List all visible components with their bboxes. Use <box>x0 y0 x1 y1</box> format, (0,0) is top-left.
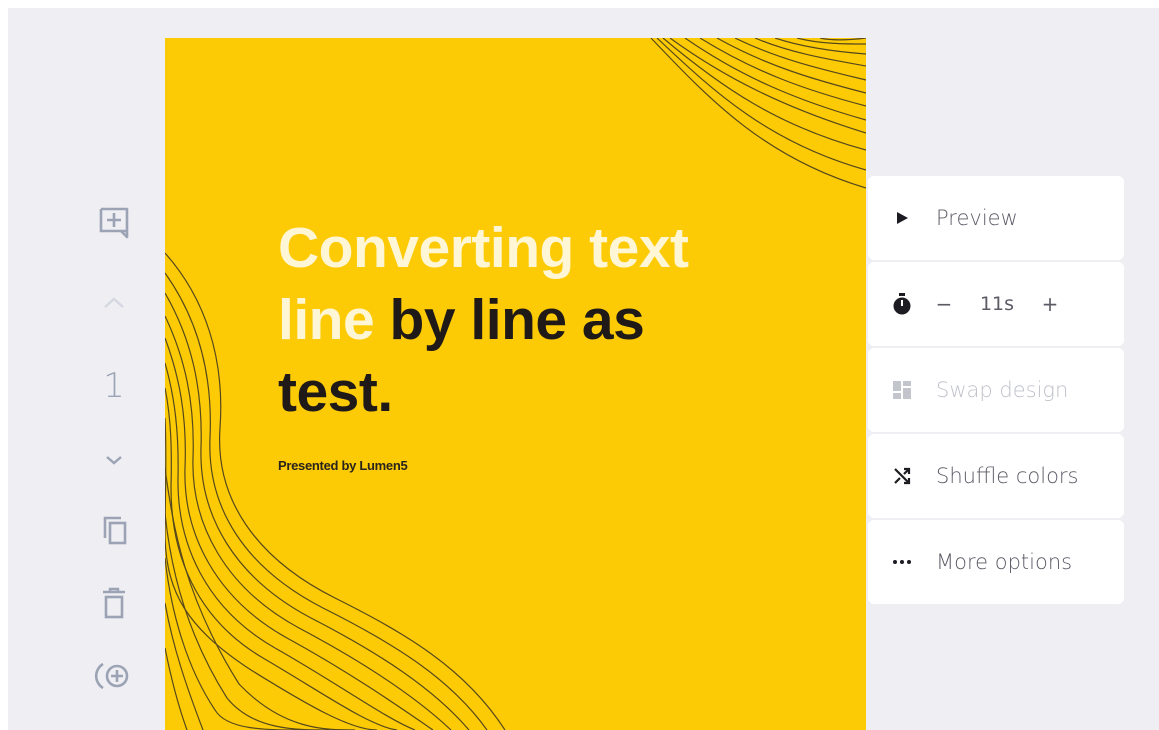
headline-highlight-1: Converting text <box>278 216 689 280</box>
scene-options-panel: Preview − 11s + Swap design Shuffle colo… <box>868 176 1124 606</box>
duplicate-slide-button[interactable] <box>86 510 142 550</box>
add-text-box-button[interactable] <box>86 201 142 241</box>
more-options-button[interactable]: More options <box>868 520 1124 604</box>
add-text-icon <box>99 207 129 239</box>
play-icon <box>892 208 912 228</box>
headline-highlight-2: line <box>278 288 375 352</box>
more-options-label: More options <box>936 550 1073 574</box>
duration-value: 11s <box>979 293 1015 315</box>
headline-text-2: by line as <box>389 288 645 352</box>
move-slide-down-button[interactable] <box>86 440 142 480</box>
add-audio-icon <box>94 662 129 690</box>
move-slide-up-button[interactable] <box>86 283 142 323</box>
slide-number: 1 <box>103 366 125 406</box>
decrease-duration-button[interactable]: − <box>926 292 962 316</box>
chevron-up-icon <box>104 297 124 308</box>
duplicate-icon <box>103 516 127 545</box>
swap-design-label: Swap design <box>936 378 1069 402</box>
duration-control: − 11s + <box>868 262 1124 346</box>
delete-icon <box>103 587 125 619</box>
increase-duration-button[interactable]: + <box>1032 292 1068 316</box>
slide-preview[interactable]: Converting text line by line as test. Pr… <box>165 38 866 730</box>
editor-canvas: 1 Converting text line by line as test. … <box>8 8 1159 730</box>
delete-slide-button[interactable] <box>86 583 142 623</box>
chevron-down-icon <box>106 456 122 465</box>
slide-headline[interactable]: Converting text line by line as test. <box>278 212 838 428</box>
shuffle-icon <box>892 466 912 486</box>
swap-design-button[interactable]: Swap design <box>868 348 1124 432</box>
stopwatch-icon <box>892 293 912 315</box>
shuffle-colors-button[interactable]: Shuffle colors <box>868 434 1124 518</box>
headline-text-3: test. <box>278 360 393 424</box>
shuffle-colors-label: Shuffle colors <box>936 464 1079 488</box>
add-audio-button[interactable] <box>86 656 142 696</box>
preview-button[interactable]: Preview <box>868 176 1124 260</box>
preview-label: Preview <box>936 206 1018 230</box>
layout-icon <box>892 380 912 400</box>
more-dots-icon <box>892 552 912 572</box>
slide-byline[interactable]: Presented by Lumen5 <box>278 458 408 473</box>
